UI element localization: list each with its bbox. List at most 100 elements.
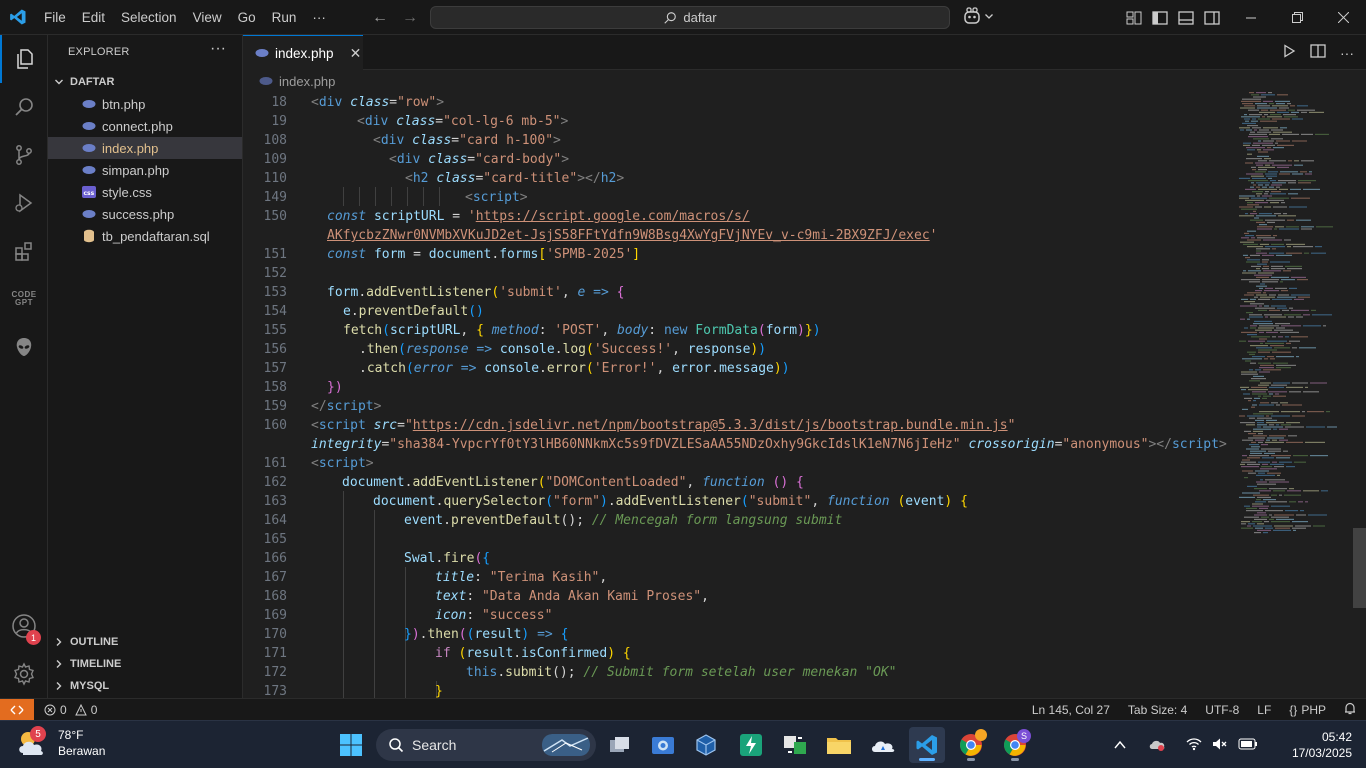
close-tab-icon[interactable]: ✕ (350, 45, 362, 62)
menu-go[interactable]: Go (230, 0, 264, 35)
file-item-tb-pendaftaran-sql[interactable]: tb_pendaftaran.sql (48, 225, 242, 247)
code-line[interactable]: 170}).then((result) => { (243, 625, 1233, 644)
command-center-search[interactable]: daftar (430, 6, 950, 29)
code-line[interactable]: 153 form.addEventListener('submit', e => … (243, 283, 1233, 302)
alien-icon[interactable] (0, 323, 48, 371)
chrome-icon[interactable] (953, 727, 989, 763)
code-line[interactable]: 169 icon: "success" (243, 606, 1233, 625)
cloud-status-icon[interactable] (1148, 737, 1166, 754)
code-line[interactable]: 166 Swal.fire({ (243, 549, 1233, 568)
bell-icon[interactable] (1344, 702, 1356, 718)
code-line[interactable]: 108 <div class="card h-100"> (243, 131, 1233, 150)
code-line[interactable]: 168 text: "Data Anda Akan Kami Proses", (243, 587, 1233, 606)
menu-selection[interactable]: Selection (113, 0, 185, 35)
cursor-position[interactable]: Ln 145, Col 27 (1032, 703, 1110, 717)
code-line[interactable]: 171 if (result.isConfirmed) { (243, 644, 1233, 663)
breadcrumb[interactable]: index.php (243, 70, 1366, 92)
menu-run[interactable]: Run (264, 0, 305, 35)
language-mode[interactable]: {} PHP (1289, 703, 1326, 717)
arrow-left-icon[interactable]: ← (372, 9, 388, 27)
file-item-connect-php[interactable]: connect.php (48, 115, 242, 137)
minimap[interactable] (1235, 92, 1353, 542)
file-explorer-icon[interactable] (821, 727, 857, 763)
toggle-panel-icon[interactable] (1178, 10, 1194, 25)
codegpt-icon[interactable]: CODE GPT (0, 275, 48, 323)
folder-header[interactable]: DAFTAR (48, 71, 243, 93)
battery-icon[interactable] (1238, 738, 1258, 753)
outline-section[interactable]: OUTLINE (48, 631, 243, 653)
weather-widget[interactable]: 5 78°F Berawan (14, 725, 105, 761)
code-line[interactable]: 160 <script src="https://cdn.jsdelivr.net… (243, 416, 1233, 435)
file-item-index-php[interactable]: index.php (48, 137, 242, 159)
taskbar-search[interactable]: Search (376, 729, 596, 761)
problems-indicator[interactable]: 0 0 (44, 703, 97, 717)
code-line[interactable]: 162 document.addEventListener("DOMContent… (243, 473, 1233, 492)
menu-edit[interactable]: Edit (74, 0, 113, 35)
menu-file[interactable]: File (36, 0, 74, 35)
chevron-up-icon[interactable] (1114, 738, 1126, 753)
file-item-simpan-php[interactable]: simpan.php (48, 159, 242, 181)
code-line[interactable]: 155 fetch(scriptURL, { method: 'POST', bo… (243, 321, 1233, 340)
code-line[interactable]: 157 .catch(error => console.error('Error!… (243, 359, 1233, 378)
more-actions-icon[interactable]: ··· (210, 40, 226, 58)
volume-muted-icon[interactable] (1212, 737, 1228, 754)
mysql-section[interactable]: MYSQL (48, 675, 243, 697)
code-line[interactable]: 159 </script> (243, 397, 1233, 416)
code-line[interactable]: 164 event.preventDefault(); // Mencegah f… (243, 511, 1233, 530)
code-line[interactable]: 167 title: "Terima Kasih", (243, 568, 1233, 587)
accounts-icon[interactable]: 1 (0, 602, 48, 650)
code-line[interactable]: 151 const form = document.forms['SPMB-202… (243, 245, 1233, 264)
file-item-success-php[interactable]: success.php (48, 203, 242, 225)
code-line[interactable]: 173} (243, 682, 1233, 698)
virtualbox-icon[interactable] (688, 727, 724, 763)
wifi-icon[interactable] (1186, 737, 1202, 754)
code-editor[interactable]: 18 <div class="row"> 19 <div class="col-lg-… (243, 92, 1366, 698)
code-line[interactable]: 161 <script> (243, 454, 1233, 473)
arrow-right-icon[interactable]: → (402, 9, 418, 27)
customize-layout-icon[interactable] (1126, 11, 1142, 25)
search-icon[interactable] (0, 83, 48, 131)
extensions-icon[interactable] (0, 227, 48, 275)
manage-gear-icon[interactable] (0, 650, 48, 698)
chrome-profile-icon[interactable]: S (997, 727, 1033, 763)
code-line[interactable]: 158}) (243, 378, 1233, 397)
copilot-button[interactable] (962, 7, 994, 25)
tab-index-php[interactable]: index.php ✕ (243, 35, 363, 70)
code-line[interactable]: 19 <div class="col-lg-6 mb-5"> (243, 112, 1233, 131)
timeline-section[interactable]: TIMELINE (48, 653, 243, 675)
source-control-icon[interactable] (0, 131, 48, 179)
vertical-scrollbar[interactable] (1353, 528, 1366, 608)
onedrive-cloud-icon[interactable] (865, 727, 901, 763)
toggle-secondary-sidebar-icon[interactable] (1204, 10, 1220, 25)
end-of-line[interactable]: LF (1257, 703, 1271, 717)
code-line[interactable]: 156 .then(response => console.log('Succes… (243, 340, 1233, 359)
run-debug-icon[interactable] (0, 179, 48, 227)
clock[interactable]: 05:42 17/03/2025 (1258, 729, 1352, 761)
explorer-icon[interactable] (0, 35, 48, 83)
minimize-button[interactable] (1228, 0, 1274, 35)
code-line[interactable]: 152 (243, 264, 1233, 283)
code-line[interactable]: 149 <script> (243, 188, 1233, 207)
power-icon[interactable] (733, 727, 769, 763)
encoding[interactable]: UTF-8 (1205, 703, 1239, 717)
remote-icon[interactable] (0, 698, 34, 721)
code-line[interactable]: 163 document.querySelector("form").addEve… (243, 492, 1233, 511)
capture-icon[interactable] (645, 727, 681, 763)
toggle-primary-sidebar-icon[interactable] (1152, 10, 1168, 25)
more-editor-actions-icon[interactable]: ··· (1340, 45, 1354, 61)
windows-start-icon[interactable] (333, 727, 369, 763)
file-item-btn-php[interactable]: btn.php (48, 93, 242, 115)
file-item-style-css[interactable]: css style.css (48, 181, 242, 203)
menu-view[interactable]: View (185, 0, 230, 35)
sync-icon[interactable] (777, 727, 813, 763)
code-line[interactable]: 172 this.submit(); // Submit form setelah… (243, 663, 1233, 682)
code-line[interactable]: 154 e.preventDefault() (243, 302, 1233, 321)
menu-more[interactable]: ··· (304, 0, 334, 35)
task-view-icon[interactable] (602, 727, 638, 763)
close-button[interactable] (1320, 0, 1366, 35)
code-line[interactable]: integrity="sha384-YvpcrYf0tY3lHB60NNkmXc… (243, 435, 1233, 454)
restore-button[interactable] (1274, 0, 1320, 35)
code-line[interactable]: 109 <div class="card-body"> (243, 150, 1233, 169)
split-editor-icon[interactable] (1310, 44, 1326, 61)
code-line[interactable]: AKfycbzZNwr0NVMbXVKuJD2et-JsjS58FFtYdfn9… (243, 226, 1233, 245)
